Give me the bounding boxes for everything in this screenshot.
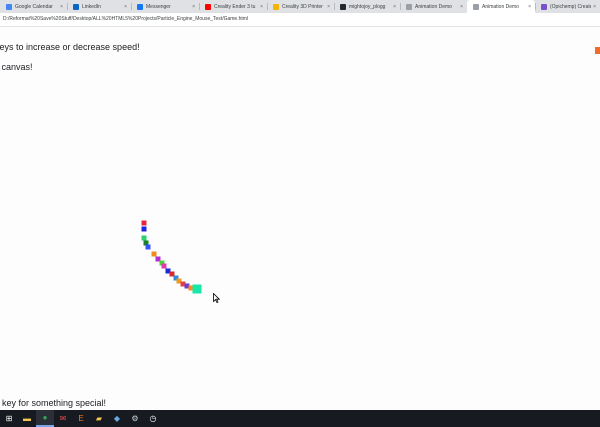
- mail-icon[interactable]: ✉: [54, 410, 72, 427]
- windows-taskbar: ⊞ ▬ ● ✉ E ▰ ◆ ⚙ ◷: [0, 410, 600, 427]
- epic-games-icon[interactable]: E: [72, 410, 90, 427]
- chrome-icon[interactable]: ●: [36, 410, 54, 427]
- particle: [161, 263, 167, 269]
- particle: [192, 284, 202, 294]
- explorer-icon[interactable]: ▬: [18, 410, 36, 427]
- drop-icon[interactable]: ◆: [108, 410, 126, 427]
- mouse-cursor-icon: [213, 293, 220, 303]
- windows-icon[interactable]: ⊞: [0, 410, 18, 427]
- particle: [151, 251, 157, 257]
- particle: [141, 226, 147, 232]
- steam-icon[interactable]: ⚙: [126, 410, 144, 427]
- particle: [141, 220, 147, 226]
- particle: [141, 235, 147, 241]
- clock-icon[interactable]: ◷: [144, 410, 162, 427]
- particle: [145, 244, 151, 250]
- particle-canvas[interactable]: [0, 0, 600, 427]
- folder-icon[interactable]: ▰: [90, 410, 108, 427]
